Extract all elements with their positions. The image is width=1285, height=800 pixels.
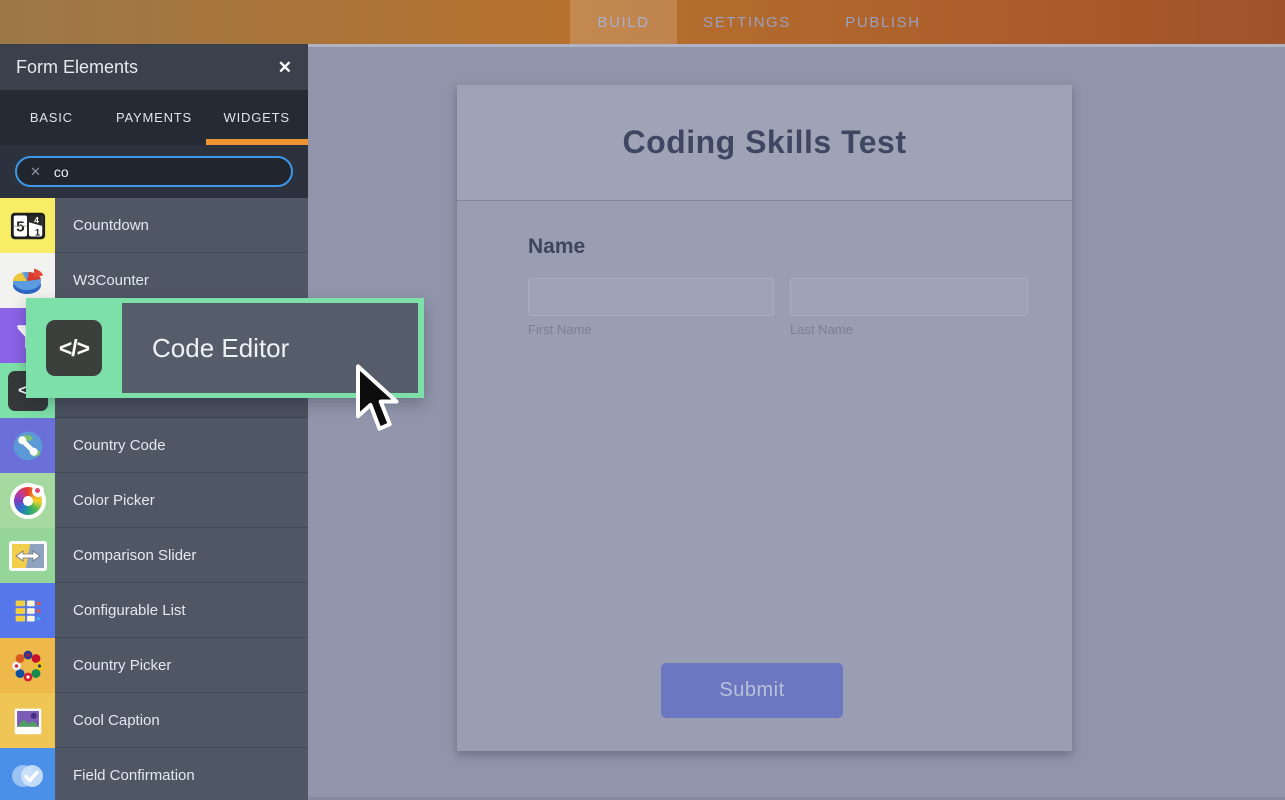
search-section: ✕ xyxy=(0,145,308,198)
panel-header: Form Elements ✕ xyxy=(0,44,308,90)
form-body: Name First Name Last Name Submit xyxy=(457,201,1072,751)
overlap-check-icon xyxy=(0,748,55,800)
name-field-label: Name xyxy=(528,235,585,259)
list-item-comparison-slider[interactable]: Comparison Slider xyxy=(0,528,308,583)
form-preview-card: Coding Skills Test Name First Name Last … xyxy=(457,85,1072,751)
mouse-cursor-icon xyxy=(350,363,400,431)
globe-phone-icon xyxy=(0,418,55,473)
first-name-sublabel: First Name xyxy=(528,322,592,337)
last-name-input[interactable] xyxy=(790,278,1028,316)
form-header: Coding Skills Test xyxy=(457,85,1072,201)
list-item-cool-caption[interactable]: Cool Caption xyxy=(0,693,308,748)
list-item-configurable-list[interactable]: Configurable List xyxy=(0,583,308,638)
countdown-flip-clock-icon: 5 4 1 xyxy=(0,198,55,253)
canvas-top-edge xyxy=(308,44,1285,47)
code-editor-icon: </> xyxy=(46,320,102,376)
clear-search-icon[interactable]: ✕ xyxy=(30,165,41,178)
list-item-countdown[interactable]: 5 4 1 Countdown xyxy=(0,198,308,253)
panel-tab-bar: BASIC PAYMENTS WIDGETS xyxy=(0,90,308,145)
close-icon[interactable]: ✕ xyxy=(278,59,292,76)
widget-list: 5 4 1 Countdown W3Counter xyxy=(0,198,308,800)
list-item-color-picker[interactable]: Color Picker xyxy=(0,473,308,528)
form-elements-panel: Form Elements ✕ BASIC PAYMENTS WIDGETS ✕… xyxy=(0,44,308,800)
form-title: Coding Skills Test xyxy=(623,124,907,161)
flags-ring-icon xyxy=(0,638,55,693)
svg-text:4: 4 xyxy=(34,215,39,225)
first-name-input[interactable] xyxy=(528,278,774,316)
tab-widgets[interactable]: WIDGETS xyxy=(205,90,308,145)
panel-title: Form Elements xyxy=(16,57,278,78)
color-wheel-icon xyxy=(0,473,55,528)
captioned-image-icon xyxy=(0,693,55,748)
tab-publish[interactable]: PUBLISH xyxy=(826,0,940,44)
table-list-icon xyxy=(0,583,55,638)
list-item-country-code[interactable]: Country Code xyxy=(0,418,308,473)
tab-basic[interactable]: BASIC xyxy=(0,90,103,145)
list-item-field-confirmation[interactable]: Field Confirmation xyxy=(0,748,308,800)
submit-button[interactable]: Submit xyxy=(661,663,843,718)
tab-payments[interactable]: PAYMENTS xyxy=(103,90,206,145)
svg-text:5: 5 xyxy=(16,218,25,235)
list-item-country-picker[interactable]: Country Picker xyxy=(0,638,308,693)
search-input[interactable] xyxy=(52,163,256,181)
tab-build[interactable]: BUILD xyxy=(570,0,677,44)
search-box[interactable]: ✕ xyxy=(15,156,293,187)
tab-settings[interactable]: SETTINGS xyxy=(690,0,804,44)
svg-text:1: 1 xyxy=(34,227,40,238)
image-compare-icon xyxy=(0,528,55,583)
last-name-sublabel: Last Name xyxy=(790,322,853,337)
top-navigation-bar: BUILD SETTINGS PUBLISH xyxy=(0,0,1285,44)
